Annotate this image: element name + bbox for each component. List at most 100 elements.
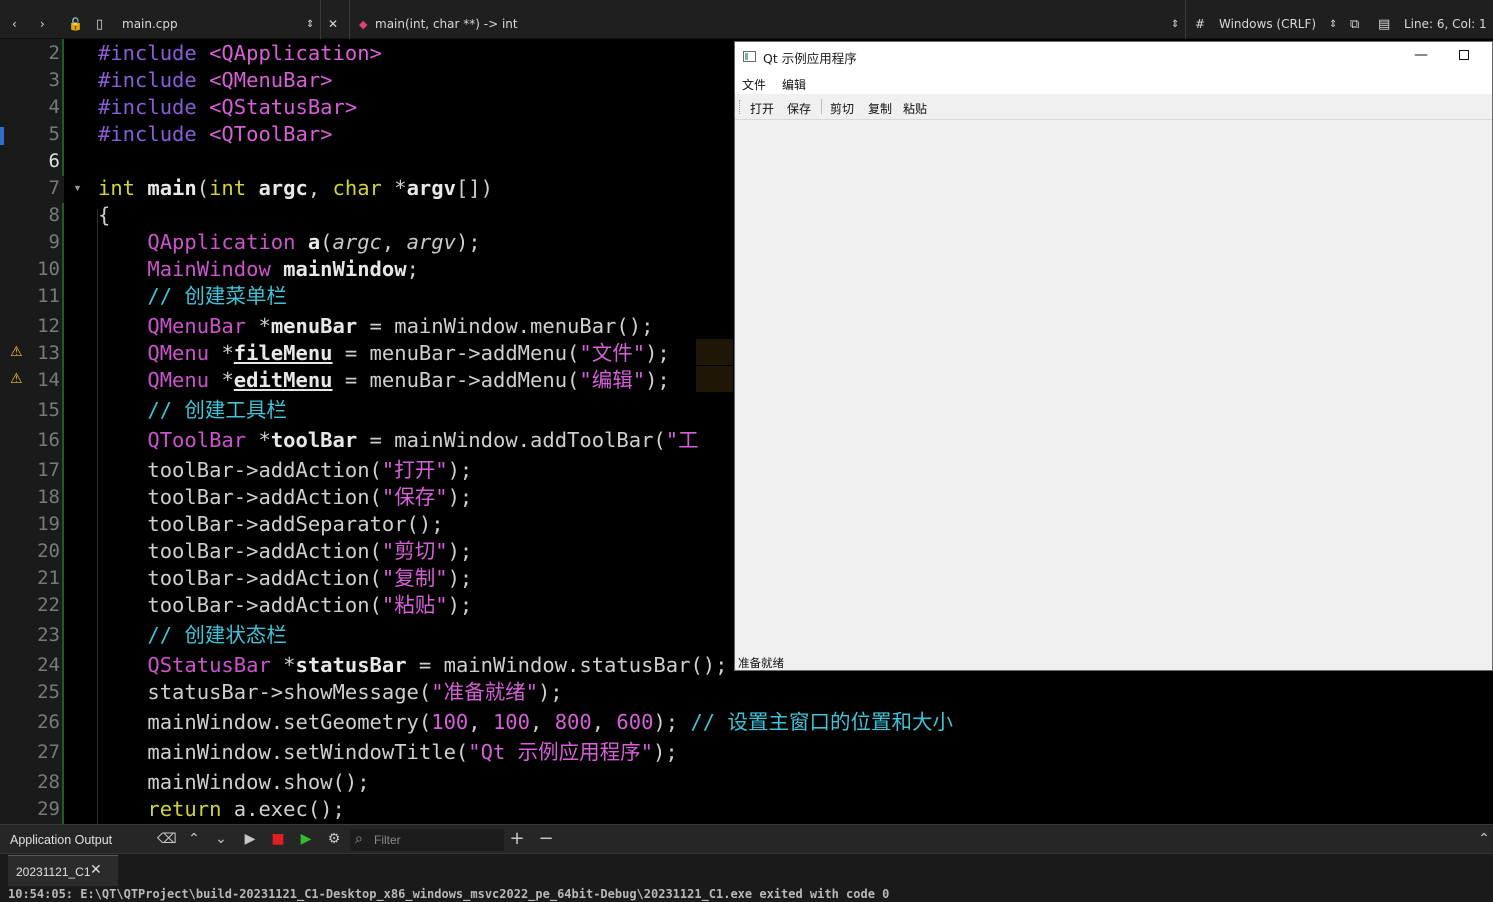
zoom-in-icon[interactable]: + [508, 830, 526, 848]
menu-edit[interactable]: 编辑 [782, 76, 806, 93]
code-line: toolBar->addAction("粘贴"); [147, 593, 473, 617]
code-line: // 创建菜单栏 [147, 284, 287, 308]
split-editor-icon[interactable]: ⧉ [1350, 0, 1359, 39]
code-line: return a.exec(); [147, 797, 345, 821]
function-scope-selector[interactable]: main(int, char **) -> int [375, 0, 518, 39]
code-line: QToolBar *toolBar = mainWindow.addToolBa… [147, 428, 699, 452]
code-line: QMenuBar *menuBar = mainWindow.menuBar()… [147, 314, 654, 338]
toolbar-action-open[interactable]: 打开 [750, 100, 774, 117]
maximize-icon[interactable] [1459, 50, 1469, 60]
code-line: mainWindow.show(); [147, 770, 370, 794]
code-line: #include <QStatusBar> [98, 95, 358, 119]
zoom-out-icon[interactable]: − [537, 830, 555, 848]
line-number: 24 [37, 654, 60, 676]
code-line: mainWindow.setGeometry(100, 100, 800, 60… [147, 710, 953, 734]
clear-output-icon[interactable]: ⌫ [157, 830, 177, 848]
qt-window-titlebar[interactable]: Qt 示例应用程序 — [735, 42, 1492, 72]
line-number: 6 [48, 150, 60, 172]
code-line: MainWindow mainWindow; [147, 257, 419, 281]
back-arrow-icon[interactable]: ‹ [12, 0, 17, 39]
code-line: QStatusBar *statusBar = mainWindow.statu… [147, 653, 728, 677]
qt-window-title: Qt 示例应用程序 [763, 51, 857, 66]
line-number: 9 [48, 231, 60, 253]
line-ending-selector[interactable]: Windows (CRLF) [1219, 0, 1316, 39]
outline-icon[interactable]: ▤ [1378, 0, 1390, 39]
scope-selector-arrows-icon[interactable]: ⇕ [1171, 0, 1179, 39]
warning-highlight [696, 339, 733, 365]
fold-arrow-icon[interactable]: ▼ [73, 175, 82, 202]
line-number: 21 [37, 567, 60, 589]
toolbar-action-copy[interactable]: 复制 [868, 100, 892, 117]
menu-file[interactable]: 文件 [742, 76, 766, 93]
line-number: 5 [48, 123, 60, 145]
function-icon: ◆ [359, 18, 368, 31]
warning-highlight [696, 366, 733, 392]
line-number: 2 [48, 42, 60, 64]
next-item-icon[interactable]: ⌄ [212, 830, 230, 848]
search-icon: ⌕ [355, 830, 363, 846]
line-number: 12 [37, 315, 60, 337]
line-number: 28 [37, 771, 60, 793]
code-line: toolBar->addAction("复制"); [147, 566, 473, 590]
hash-label[interactable]: # [1195, 0, 1205, 39]
code-line: #include <QMenuBar> [98, 68, 333, 92]
code-line: { [98, 203, 111, 227]
close-file-icon[interactable]: ✕ [328, 0, 338, 39]
line-number: 14 [37, 369, 60, 391]
qt-example-window[interactable]: Qt 示例应用程序 — 文件 编辑 打开 保存 剪切 复制 粘贴 准备就绪 [734, 41, 1493, 671]
code-line: QApplication a(argc, argv); [147, 230, 481, 254]
attach-debugger-icon[interactable]: ▶ [297, 830, 315, 848]
toolbar-action-save[interactable]: 保存 [787, 100, 811, 117]
file-selector-arrows-icon[interactable]: ⇕ [306, 0, 314, 39]
line-number: 15 [37, 399, 60, 421]
code-line: #include <QApplication> [98, 41, 382, 65]
line-number: 13 [37, 342, 60, 364]
qt-menubar: 文件 编辑 [735, 72, 1492, 94]
toolbar-handle[interactable] [739, 100, 742, 114]
line-number: 26 [37, 711, 60, 733]
line-number: 10 [37, 258, 60, 280]
code-line: QMenu *fileMenu = menuBar->addMenu("文件")… [147, 341, 670, 365]
output-log: 10:54:05: E:\QT\QTProject\build-20231121… [0, 886, 1493, 902]
file-name-selector[interactable]: main.cpp [122, 0, 178, 39]
filter-input[interactable]: ⌕ Filter [350, 829, 504, 851]
line-number: 29 [37, 798, 60, 820]
output-log-line: 10:54:05: E:\QT\QTProject\build-20231121… [8, 887, 890, 901]
qt-toolbar: 打开 保存 剪切 复制 粘贴 [735, 94, 1492, 120]
line-number: 7 [48, 177, 60, 199]
forward-arrow-icon[interactable]: › [40, 0, 45, 39]
editor-toolbar: ‹ › 🔓 ▯ main.cpp ⇕ ✕ ◆ main(int, char **… [0, 0, 1493, 39]
code-line: statusBar->showMessage("准备就绪"); [147, 680, 563, 704]
line-ending-arrows-icon[interactable]: ⇕ [1329, 0, 1337, 39]
output-pane-toolbar: Application Output ⌫ ⌃ ⌄ ▶ ■ ▶ ⚙ ⌕ Filte… [0, 824, 1493, 854]
code-line: // 创建工具栏 [147, 398, 287, 422]
line-number: 3 [48, 69, 60, 91]
code-line: toolBar->addAction("打开"); [147, 458, 473, 482]
stop-icon[interactable]: ■ [269, 830, 287, 848]
toolbar-separator [821, 99, 822, 114]
run-icon[interactable]: ▶ [241, 830, 259, 848]
warning-icon[interactable]: ⚠ [10, 339, 23, 366]
output-tab[interactable]: 20231121_C1 ✕ [8, 855, 118, 886]
code-line: toolBar->addSeparator(); [147, 512, 444, 536]
cursor-position[interactable]: Line: 6, Col: 1 [1404, 0, 1487, 39]
code-line: // 创建状态栏 [147, 623, 287, 647]
code-line: toolBar->addAction("保存"); [147, 485, 473, 509]
warning-icon[interactable]: ⚠ [10, 366, 23, 393]
qt-status-message: 准备就绪 [738, 656, 784, 670]
previous-item-icon[interactable]: ⌃ [185, 830, 203, 848]
app-window-icon [743, 51, 756, 62]
line-number: 4 [48, 96, 60, 118]
maximize-pane-icon[interactable]: ⌃ [1476, 830, 1492, 848]
line-number: 11 [37, 285, 60, 307]
line-number: 17 [37, 459, 60, 481]
toolbar-action-cut[interactable]: 剪切 [830, 100, 854, 117]
settings-gear-icon[interactable]: ⚙ [325, 830, 343, 848]
line-number: 22 [37, 594, 60, 616]
line-number: 18 [37, 486, 60, 508]
lock-icon[interactable]: 🔓 [68, 0, 83, 39]
toolbar-action-paste[interactable]: 粘贴 [903, 100, 927, 117]
minimize-icon[interactable]: — [1411, 44, 1431, 68]
close-tab-icon[interactable]: ✕ [90, 861, 102, 878]
line-number: 23 [37, 624, 60, 646]
